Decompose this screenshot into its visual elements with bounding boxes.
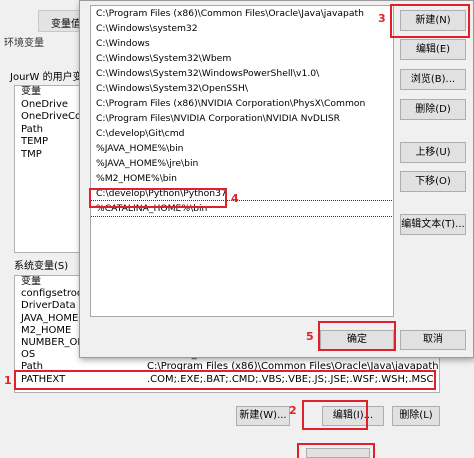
edit-environment-variable-dialog: C:\Program Files (x86)\Common Files\Orac… <box>79 0 474 358</box>
list-header: 变量 <box>21 86 41 97</box>
delete-path-button[interactable]: 删除(D) <box>400 99 466 120</box>
cancel-button[interactable]: 取消 <box>400 330 466 350</box>
column-name: 变量 <box>21 276 41 287</box>
annotation-number: 5 <box>306 330 314 343</box>
path-entry[interactable]: %M2_HOME%\bin <box>91 171 393 186</box>
annotation-box-edit-button <box>302 400 368 430</box>
path-entry[interactable]: C:\Windows <box>91 36 393 51</box>
delete-system-variable-button[interactable]: 删除(L) <box>392 406 440 426</box>
system-variables-label: 系统变量(S) <box>14 261 69 272</box>
path-entry[interactable]: C:\Windows\system32 <box>91 21 393 36</box>
user-variables-label: JourW 的用户变 <box>10 72 83 83</box>
list-item[interactable]: OneDrive <box>15 99 79 112</box>
annotation-box-new-entry <box>89 188 227 208</box>
path-entry[interactable]: C:\Program Files (x86)\NVIDIA Corporatio… <box>91 96 393 111</box>
annotation-number: 3 <box>378 12 386 25</box>
variable-name: JAVA_HOME <box>21 312 79 324</box>
path-entry[interactable]: C:\Windows\System32\Wbem <box>91 51 393 66</box>
path-entry[interactable]: C:\Windows\System32\OpenSSH\ <box>91 81 393 96</box>
path-entry[interactable]: C:\Program Files\NVIDIA Corporation\NVID… <box>91 111 393 126</box>
edit-text-button[interactable]: 编辑文本(T)... <box>400 214 466 235</box>
annotation-number: 1 <box>4 374 12 387</box>
new-system-variable-button[interactable]: 新建(W)... <box>236 406 290 426</box>
annotation-number: 2 <box>289 404 297 417</box>
path-entry[interactable]: C:\Windows\System32\WindowsPowerShell\v1… <box>91 66 393 81</box>
dialog-title: 环境变量 <box>4 38 44 49</box>
path-entry[interactable]: %JAVA_HOME%\jre\bin <box>91 156 393 171</box>
path-entries-list[interactable]: C:\Program Files (x86)\Common Files\Orac… <box>90 5 394 317</box>
move-down-button[interactable]: 下移(O) <box>400 171 466 192</box>
browse-button[interactable]: 浏览(B)... <box>400 69 466 90</box>
path-entry[interactable]: C:\Program Files (x86)\Common Files\Orac… <box>91 6 393 21</box>
user-variables-list[interactable]: 变量 OneDrive OneDriveCon Path TEMP TMP <box>14 85 80 253</box>
annotation-box-path-row <box>14 370 436 390</box>
list-item[interactable]: OneDriveCon <box>15 111 79 124</box>
move-up-button[interactable]: 上移(U) <box>400 142 466 163</box>
variable-name: M2_HOME <box>21 324 72 336</box>
list-item[interactable]: Path <box>15 124 79 137</box>
annotation-box-new-button <box>390 4 470 38</box>
path-entry[interactable]: %JAVA_HOME%\bin <box>91 141 393 156</box>
variable-name: OS <box>21 349 36 361</box>
variable-name: configsetroo <box>21 288 84 300</box>
list-item[interactable]: TMP <box>15 149 79 162</box>
annotation-number: 4 <box>231 192 239 205</box>
edit-path-button[interactable]: 编辑(E) <box>400 39 466 60</box>
list-item[interactable]: TEMP <box>15 136 79 149</box>
path-entry[interactable]: C:\develop\Git\cmd <box>91 126 393 141</box>
variable-name: DriverData <box>21 300 76 312</box>
annotation-box-ok-button <box>318 321 396 351</box>
